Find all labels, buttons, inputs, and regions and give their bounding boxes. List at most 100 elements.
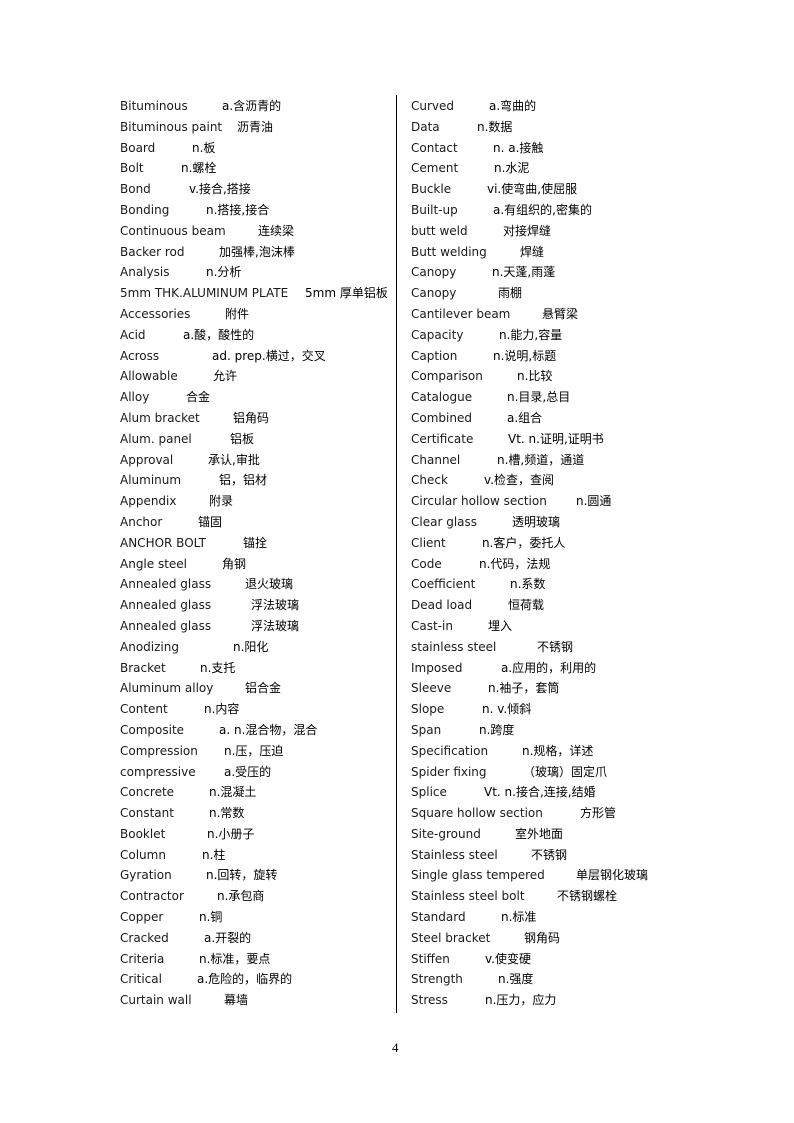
glossary-entry: Cracked a.开裂的	[120, 928, 390, 949]
glossary-entry: Buckle vi.使弯曲,使屈服	[411, 179, 711, 200]
glossary-definition: 5mm 厚单铝板	[305, 286, 388, 301]
glossary-term: Copper	[120, 910, 164, 925]
glossary-term: Caption	[411, 348, 458, 363]
glossary-term: Aluminum	[120, 473, 182, 488]
glossary-entry: Comparison n.比较	[411, 366, 711, 387]
glossary-entry: Backer rod 加强棒,泡沫棒	[120, 242, 390, 263]
glossary-column-left: Bituminous a.含沥青的 Bituminous paint 沥青油 Board…	[120, 96, 390, 1011]
glossary-term: compressive	[120, 764, 196, 779]
glossary-term: Board	[120, 140, 156, 155]
glossary-definition: a.含沥青的	[222, 99, 282, 113]
glossary-definition: n.规格，详述	[522, 743, 594, 758]
glossary-definition: n.说明,标题	[493, 348, 557, 363]
glossary-term: Anodizing	[120, 639, 179, 654]
glossary-definition: n.代码，法规	[479, 556, 551, 571]
glossary-term: Bond	[120, 182, 151, 197]
glossary-definition: 不锈钢	[531, 847, 568, 862]
glossary-term: Specification	[411, 743, 489, 758]
glossary-entry: Cement n.水泥	[411, 158, 711, 179]
glossary-term: Steel bracket	[411, 930, 491, 945]
glossary-term: Backer rod	[120, 244, 185, 259]
glossary-entry: ANCHOR BOLT 锚拴	[120, 533, 390, 554]
glossary-entry: Standard n.标准	[411, 907, 711, 928]
glossary-definition: a.弯曲的	[489, 99, 537, 113]
glossary-entry: stainless steel 不锈钢	[411, 637, 711, 658]
glossary-term: Canopy	[411, 286, 457, 301]
glossary-definition: 室外地面	[515, 826, 564, 841]
glossary-definition: n.数据	[477, 119, 513, 134]
glossary-term: Critical	[120, 972, 162, 987]
glossary-entry: Annealed glass 浮法玻璃	[120, 616, 390, 637]
glossary-term: Cement	[411, 161, 459, 176]
glossary-entry: Data n.数据	[411, 117, 711, 138]
glossary-term: Single glass tempered	[411, 868, 545, 883]
glossary-entry: Curtain wall 幕墙	[120, 990, 390, 1011]
glossary-entry: Catalogue n.目录,总目	[411, 387, 711, 408]
glossary-entry: Clear glass 透明玻璃	[411, 512, 711, 533]
glossary-term: ANCHOR BOLT	[120, 535, 207, 550]
glossary-term: Angle steel	[120, 556, 188, 571]
glossary-entry: Alloy 合金	[120, 387, 390, 408]
glossary-term: Stress	[411, 993, 448, 1008]
glossary-definition: n.铜	[199, 910, 223, 925]
glossary-entry: Combined a.组合	[411, 408, 711, 429]
glossary-entry: Bituminous paint 沥青油	[120, 117, 390, 138]
glossary-entry: Column n.柱	[120, 845, 390, 866]
glossary-term: Bolt	[120, 161, 144, 176]
glossary-definition: v.接合,搭接	[189, 182, 251, 197]
glossary-entry: Certificate Vt. n.证明,证明书	[411, 429, 711, 450]
glossary-term: stainless steel	[411, 639, 497, 654]
glossary-entry: Annealed glass 浮法玻璃	[120, 595, 390, 616]
glossary-column-right: Curved a.弯曲的 Data n.数据 Contact n. a.接触 Cement n…	[411, 96, 711, 1011]
glossary-entry: Cast-in 埋入	[411, 616, 711, 637]
glossary-term: Cracked	[120, 930, 169, 945]
glossary-definition: v.使变硬	[485, 951, 531, 966]
glossary-definition: 铝合金	[245, 681, 282, 696]
glossary-term: Acid	[120, 327, 146, 342]
glossary-entry: Splice Vt. n.接合,连接,结婚	[411, 782, 711, 803]
glossary-entry: 5mm THK.ALUMINUM PLATE 5mm 厚单铝板	[120, 283, 390, 304]
glossary-entry: Gyration n.回转，旋转	[120, 865, 390, 886]
glossary-definition: n.常数	[209, 806, 245, 821]
glossary-definition: 方形管	[580, 806, 617, 821]
glossary-definition: n.袖子，套筒	[488, 681, 560, 696]
glossary-entry: Anodizing n.阳化	[120, 637, 390, 658]
glossary-definition: Vt. n.接合,连接,结婚	[484, 785, 596, 800]
glossary-term: Allowable	[120, 369, 178, 384]
glossary-definition: n.压力，应力	[485, 993, 557, 1008]
glossary-entry: compressive a.受压的	[120, 762, 390, 783]
glossary-entry: Specification n.规格，详述	[411, 741, 711, 762]
glossary-entry: Aluminum alloy 铝合金	[120, 678, 390, 699]
glossary-definition: 不锈钢	[537, 639, 574, 654]
glossary-term: Booklet	[120, 826, 166, 841]
glossary-entry: Annealed glass 退火玻璃	[120, 574, 390, 595]
glossary-definition: 锚拴	[243, 535, 268, 550]
glossary-term: Canopy	[411, 265, 457, 280]
glossary-term: Catalogue	[411, 390, 473, 405]
glossary-term: Splice	[411, 785, 447, 800]
glossary-entry: Caption n.说明,标题	[411, 346, 711, 367]
glossary-term: Criteria	[120, 951, 165, 966]
glossary-definition: 沥青油	[237, 119, 274, 134]
glossary-definition: 退火玻璃	[245, 577, 294, 592]
glossary-term: Site-ground	[411, 826, 481, 841]
glossary-definition: 焊缝	[520, 244, 545, 259]
glossary-entry: Cantilever beam 悬臂梁	[411, 304, 711, 325]
column-divider	[396, 95, 397, 1013]
glossary-definition: ad. prep.横过，交叉	[212, 348, 326, 363]
glossary-entry: Circular hollow section n.圆通	[411, 491, 711, 512]
glossary-definition: n.小册子	[207, 826, 255, 841]
glossary-term: Code	[411, 556, 442, 571]
glossary-term: Annealed glass	[120, 618, 212, 633]
glossary-entry: Check v.检查，查阅	[411, 470, 711, 491]
glossary-term: Bonding	[120, 202, 170, 217]
glossary-term: Bituminous	[120, 99, 188, 113]
glossary-definition: n.承包商	[217, 889, 265, 904]
glossary-definition: v.检查，查阅	[484, 473, 554, 488]
glossary-entry: Stainless steel bolt 不锈钢螺栓	[411, 886, 711, 907]
glossary-definition: n.阳化	[233, 639, 269, 654]
glossary-definition: 铝，铝材	[219, 473, 268, 488]
glossary-definition: 附录	[209, 494, 234, 509]
glossary-term: Accessories	[120, 306, 191, 321]
glossary-definition: 合金	[186, 390, 211, 405]
